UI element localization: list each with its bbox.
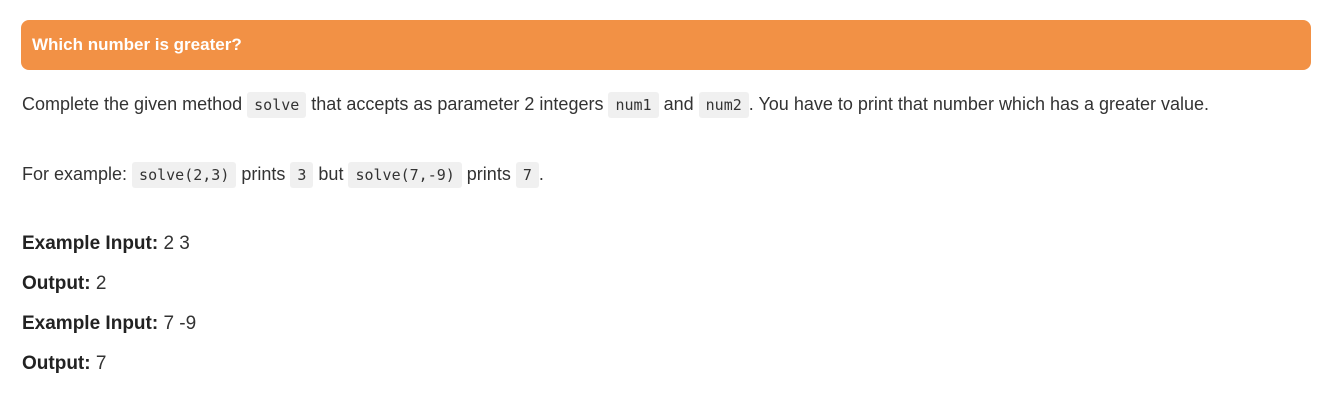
example-input-2: Example Input: 7 -9 [22,312,196,336]
example-output-1: Output: 2 [22,272,106,296]
output-value: 2 [90,273,107,294]
description-text: that accepts as parameter 2 integers [306,94,609,114]
code-call-1: solve(2,3) [132,162,237,188]
output-label: Output: [22,273,91,294]
description-text: Complete the given method [22,94,248,114]
example-text: but [313,164,349,184]
code-result-1: 3 [290,162,314,188]
problem-description: Complete the given method solve that acc… [22,92,1210,118]
output-label: Output: [22,353,91,374]
example-input-value: 7 -9 [158,313,197,334]
example-input-label: Example Input: [22,313,159,334]
example-text: . [538,164,544,184]
example-text: prints [236,164,291,184]
code-num2: num2 [698,92,749,118]
problem-header: Which number is greater? [21,20,1311,70]
example-input-value: 2 3 [158,233,190,254]
example-text: For example: [22,164,133,184]
example-output-2: Output: 7 [22,352,106,376]
description-text: . You have to print that number which ha… [748,94,1210,114]
code-call-2: solve(7,-9) [348,162,462,188]
example-sentence: For example: solve(2,3) prints 3 but sol… [22,162,544,188]
description-text: and [658,94,699,114]
example-input-1: Example Input: 2 3 [22,232,190,256]
example-text: prints [461,164,516,184]
output-value: 7 [90,353,107,374]
code-num1: num1 [608,92,659,118]
problem-title: Which number is greater? [32,35,242,54]
code-solve: solve [247,92,307,118]
code-result-2: 7 [515,162,539,188]
example-input-label: Example Input: [22,233,159,254]
